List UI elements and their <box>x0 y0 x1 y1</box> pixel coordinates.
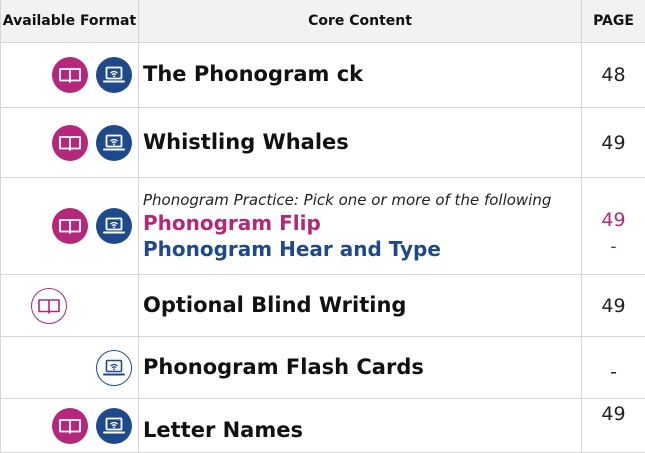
book-icon[interactable] <box>52 125 88 161</box>
format-cell <box>1 178 139 275</box>
format-cell <box>1 399 139 453</box>
page-cell: 49 - <box>582 178 645 275</box>
content-practice: Phonogram Practice: Pick one or more of … <box>139 178 582 275</box>
table-row: Optional Blind Writing 49 <box>1 275 645 337</box>
page-number: 49 <box>582 399 645 453</box>
format-cell <box>1 337 139 399</box>
format-cell <box>1 108 139 178</box>
page-number: 49 <box>582 209 645 231</box>
table-row: Letter Names 49 <box>1 399 645 453</box>
book-icon[interactable] <box>52 408 88 444</box>
laptop-icon[interactable] <box>96 57 132 93</box>
page-number: 49 <box>582 108 645 178</box>
format-cell <box>1 275 139 337</box>
laptop-icon[interactable] <box>96 208 132 244</box>
page-number: - <box>582 337 645 399</box>
content-title: The Phonogram ck <box>139 43 582 108</box>
book-icon[interactable] <box>52 208 88 244</box>
option-phonogram-hear-type: Phonogram Hear and Type <box>143 238 581 260</box>
option-phonogram-flip: Phonogram Flip <box>143 212 581 234</box>
laptop-icon[interactable] <box>96 408 132 444</box>
format-cell <box>1 43 139 108</box>
laptop-outline-icon[interactable] <box>96 350 132 386</box>
table-row: The Phonogram ck 48 <box>1 43 645 108</box>
header-format: Available Format <box>1 0 139 43</box>
content-title: Letter Names <box>139 399 582 453</box>
page-number: - <box>582 237 645 257</box>
practice-intro: Phonogram Practice: Pick one or more of … <box>143 192 581 209</box>
page-number: 49 <box>582 275 645 337</box>
book-outline-icon[interactable] <box>31 288 67 324</box>
laptop-icon[interactable] <box>96 125 132 161</box>
header-page: PAGE <box>582 0 645 43</box>
book-icon[interactable] <box>52 57 88 93</box>
header-content: Core Content <box>139 0 582 43</box>
content-title: Whistling Whales <box>139 108 582 178</box>
content-title: Phonogram Flash Cards <box>139 337 582 399</box>
content-title: Optional Blind Writing <box>139 275 582 337</box>
page-number: 48 <box>582 43 645 108</box>
table-row: Phonogram Flash Cards - <box>1 337 645 399</box>
table-row: Phonogram Practice: Pick one or more of … <box>1 178 645 275</box>
table-row: Whistling Whales 49 <box>1 108 645 178</box>
header-row: Available Format Core Content PAGE <box>1 0 645 43</box>
lesson-table: Available Format Core Content PAGE The P… <box>0 0 645 453</box>
